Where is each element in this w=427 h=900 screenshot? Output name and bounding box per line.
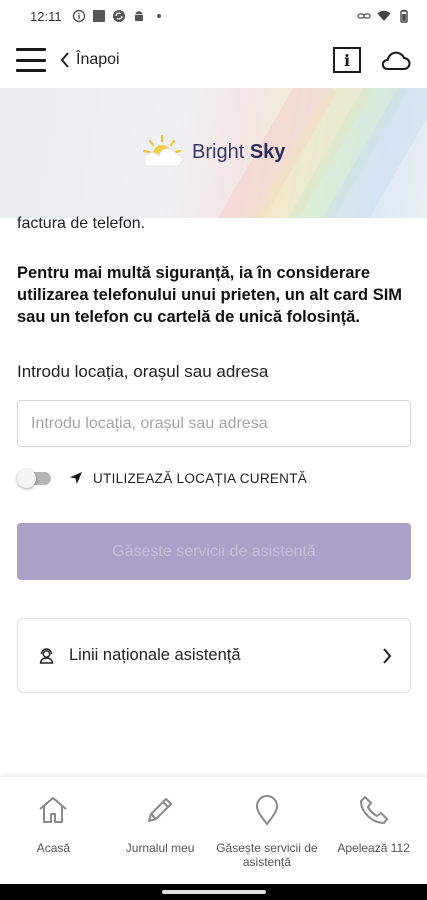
status-bar: 12:11 [0,0,427,32]
link-icon [357,13,371,19]
android-icon [134,11,143,21]
location-search-input[interactable] [17,400,411,447]
system-navigation-bar [0,884,427,900]
safety-tip-paragraph: Pentru mai multă siguranță, ia în consid… [17,264,403,326]
use-current-location-toggle[interactable] [17,469,53,488]
national-helplines-label: Linii naționale asistență [69,646,241,664]
status-notification-icons [72,9,166,23]
use-current-location-label: UTILIZEAZĂ LOCAȚIA CURENTĂ [93,470,308,486]
dot-icon [156,14,161,18]
nav-label-journal: Jurnalul meu [125,841,195,855]
home-icon [39,797,68,823]
sync-icon [112,10,125,22]
info-circle-icon [72,9,85,23]
logo-bright: Bright [192,140,245,163]
nav-item-call-112[interactable]: Apelează 112 [320,777,427,884]
logo-sky: Sky [249,140,286,163]
status-time: 12:11 [30,8,62,24]
chevron-right-icon [383,647,392,664]
national-helplines-card[interactable]: Linii naționale asistență [17,618,411,693]
cloud-icon[interactable] [379,49,411,71]
use-current-location-row: UTILIZEAZĂ LOCAȚIA CURENTĂ [17,469,411,488]
back-label: Înapoi [76,51,120,68]
status-system-icons [357,9,411,23]
info-icon[interactable]: i [333,47,361,73]
sun-cloud-logo-icon [142,134,183,167]
back-button[interactable]: Înapoi [60,51,120,69]
map-pin-icon [255,795,278,826]
chevron-left-icon [60,52,69,68]
phone-icon [359,796,388,824]
bright-sky-logo: Bright Sky [140,132,285,172]
nav-item-find-services[interactable]: Găsește servicii de asistență [214,777,321,884]
nav-label-find-services: Găsește servicii de asistență [216,841,318,869]
previous-paragraph-end: factura de telefon. [17,215,146,232]
nav-item-journal[interactable]: Jurnalul meu [107,777,214,884]
find-support-services-button[interactable]: Găsește servicii de asistență [17,523,411,580]
pencil-icon [148,798,173,822]
battery-icon [400,9,408,23]
nav-label-home: Acasă [36,841,71,855]
main-content: factura de telefon. Pentru mai multă sig… [17,215,411,693]
top-app-bar: Înapoi i [0,32,427,88]
brand-banner: Bright Sky [0,88,427,218]
nav-item-home[interactable]: Acasă [0,777,107,884]
logo-wordmark: Bright Sky [192,141,285,164]
app-square-icon [92,10,105,22]
nav-label-call-112: Apelează 112 [337,841,410,855]
location-label: Introdu locația, orașul sau adresa [17,362,269,381]
wifi-icon [377,10,391,21]
location-arrow-icon [70,472,82,484]
bottom-navigation: Acasă Jurnalul meu Găsește servicii de a… [0,776,427,884]
support-agent-icon [39,648,54,664]
home-gesture-handle[interactable] [161,890,266,894]
hamburger-menu-icon[interactable] [16,48,46,72]
use-current-location-button[interactable]: UTILIZEAZĂ LOCAȚIA CURENTĂ [69,471,307,486]
